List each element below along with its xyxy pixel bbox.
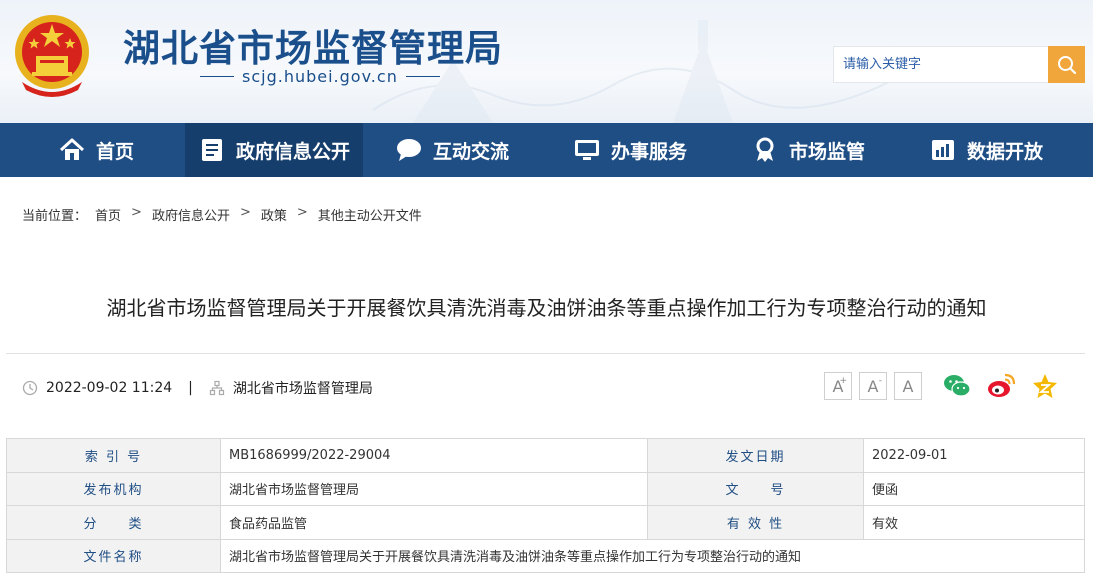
nav-label-market-supervision: 市场监管 bbox=[788, 140, 865, 163]
document-list-icon bbox=[201, 139, 222, 161]
label-issue-date: 发文日期 bbox=[647, 438, 864, 473]
nav-item-services[interactable]: 办事服务 bbox=[541, 123, 719, 177]
badge-icon bbox=[756, 137, 774, 162]
search-icon bbox=[1057, 55, 1076, 74]
search-box bbox=[833, 46, 1085, 83]
font-small-label: A bbox=[902, 376, 914, 396]
clock-icon bbox=[22, 380, 38, 396]
breadcrumb: 当前位置： 首页 > 政府信息公开 > 政策 > 其他主动公开文件 bbox=[22, 205, 422, 224]
breadcrumb-prefix: 当前位置： bbox=[22, 209, 88, 224]
article-meta: 2022-09-02 11:24 | 湖北省市场监督管理局 bbox=[22, 378, 373, 398]
url-right-line bbox=[405, 76, 440, 77]
value-document-number: 便函 bbox=[863, 471, 1085, 506]
label-file-name: 文件名称 bbox=[6, 538, 221, 573]
value-publisher: 湖北省市场监督管理局 bbox=[220, 471, 648, 506]
font-medium-sup: - bbox=[878, 376, 882, 386]
font-size-medium-button[interactable]: A- bbox=[859, 372, 887, 400]
monitor-icon bbox=[574, 140, 599, 160]
national-emblem-icon bbox=[15, 15, 89, 97]
article-title: 湖北省市场监督管理局关于开展餐饮具清洗消毒及油饼油条等重点操作加工行为专项整治行… bbox=[106, 296, 987, 320]
nav-item-open-data[interactable]: 数据开放 bbox=[897, 123, 1075, 177]
breadcrumb-link-other-files[interactable]: 其他主动公开文件 bbox=[318, 205, 422, 224]
nav-label-open-data: 数据开放 bbox=[966, 140, 1043, 163]
article-source: 湖北省市场监督管理局 bbox=[232, 381, 373, 397]
value-index-number: MB1686999/2022-29004 bbox=[220, 438, 648, 473]
title-divider bbox=[6, 353, 1085, 354]
wechat-icon[interactable] bbox=[942, 372, 972, 400]
nav-item-interaction[interactable]: 互动交流 bbox=[363, 123, 541, 177]
font-medium-label: A bbox=[867, 376, 879, 396]
publish-datetime: 2022-09-02 11:24 bbox=[46, 380, 173, 396]
breadcrumb-link-gov-info[interactable]: 政府信息公开 bbox=[152, 205, 230, 224]
url-left-line bbox=[200, 76, 234, 77]
search-button[interactable] bbox=[1048, 46, 1085, 83]
nav-item-market-supervision[interactable]: 市场监管 bbox=[719, 123, 897, 177]
label-category: 分 类 bbox=[6, 505, 221, 540]
site-title: 湖北省市场监督管理局 bbox=[123, 26, 503, 70]
label-publisher: 发布机构 bbox=[6, 471, 221, 506]
table-row: 文件名称 湖北省市场监督管理局关于开展餐饮具清洗消毒及油饼油条等重点操作加工行为… bbox=[6, 538, 1085, 573]
share-buttons bbox=[942, 372, 1060, 400]
breadcrumb-separator: > bbox=[131, 205, 142, 220]
nav-item-home[interactable]: 首页 bbox=[7, 123, 185, 177]
article-tools: A + A- A bbox=[824, 372, 1060, 400]
label-index-number: 索 引 号 bbox=[6, 438, 221, 473]
nav-label-interaction: 互动交流 bbox=[432, 140, 509, 163]
nav-label-gov-info: 政府信息公开 bbox=[235, 140, 350, 163]
document-info-table: 索 引 号 MB1686999/2022-29004 发文日期 2022-09-… bbox=[6, 438, 1085, 573]
font-size-small-button[interactable]: A bbox=[894, 372, 922, 400]
meta-divider: | bbox=[188, 380, 193, 396]
value-validity: 有效 bbox=[863, 505, 1085, 540]
organization-icon bbox=[209, 380, 224, 396]
nav-item-gov-info[interactable]: 政府信息公开 bbox=[185, 123, 363, 177]
weibo-icon[interactable] bbox=[986, 372, 1016, 400]
nav-label-home: 首页 bbox=[95, 140, 134, 163]
label-validity: 有 效 性 bbox=[647, 505, 864, 540]
table-row: 索 引 号 MB1686999/2022-29004 发文日期 2022-09-… bbox=[6, 438, 1085, 473]
table-row: 发布机构 湖北省市场监督管理局 文 号 便函 bbox=[6, 471, 1085, 506]
value-file-name: 湖北省市场监督管理局关于开展餐饮具清洗消毒及油饼油条等重点操作加工行为专项整治行… bbox=[220, 538, 1085, 573]
breadcrumb-link-policy[interactable]: 政策 bbox=[261, 205, 287, 224]
breadcrumb-separator: > bbox=[296, 205, 308, 220]
nav-label-services: 办事服务 bbox=[610, 140, 687, 163]
value-category: 食品药品监管 bbox=[220, 505, 648, 540]
site-url: scjg.hubei.gov.cn bbox=[242, 67, 398, 86]
site-header: 湖北省市场监督管理局 scjg.hubei.gov.cn bbox=[0, 0, 1093, 123]
font-size-large-button[interactable]: A + bbox=[824, 372, 852, 400]
font-large-sup: + bbox=[839, 376, 847, 386]
breadcrumb-separator: > bbox=[239, 205, 251, 220]
breadcrumb-link-home[interactable]: 首页 bbox=[95, 205, 121, 224]
search-input[interactable] bbox=[833, 46, 1048, 83]
main-nav: 首页 政府信息公开 互动交流 办事服务 市场监管 数据开放 bbox=[0, 123, 1093, 177]
favorite-star-icon[interactable] bbox=[1030, 372, 1060, 400]
table-row: 分 类 食品药品监管 有 效 性 有效 bbox=[6, 505, 1085, 540]
chat-bubble-icon bbox=[396, 139, 421, 161]
home-icon bbox=[59, 138, 84, 160]
value-issue-date: 2022-09-01 bbox=[863, 438, 1085, 473]
site-url-line: scjg.hubei.gov.cn bbox=[200, 67, 440, 86]
bar-chart-icon bbox=[931, 140, 954, 160]
label-document-number: 文 号 bbox=[647, 471, 864, 506]
